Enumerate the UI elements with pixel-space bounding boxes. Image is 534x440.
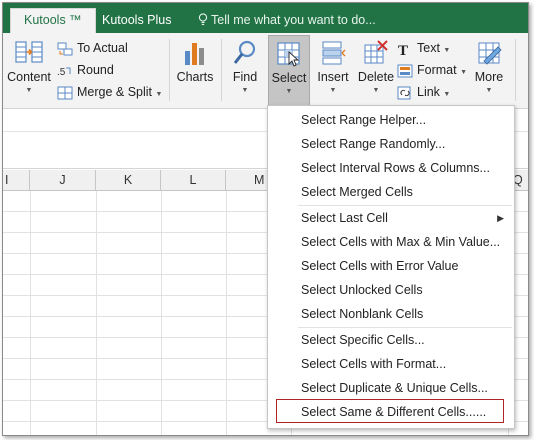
- column-header-k[interactable]: K: [96, 170, 161, 190]
- delete-icon: [364, 40, 388, 64]
- tab-kutools[interactable]: Kutools ™: [10, 8, 96, 35]
- select-label: Select: [271, 71, 307, 85]
- menu-item-select-range-helper[interactable]: Select Range Helper...: [268, 108, 514, 132]
- menu-item-select-unlocked-cells[interactable]: Select Unlocked Cells: [268, 278, 514, 302]
- link-icon: [397, 86, 411, 100]
- lightbulb-icon: [198, 13, 208, 26]
- insert-label: Insert: [317, 70, 349, 84]
- link-button[interactable]: Link ▼: [397, 82, 450, 102]
- content-label: Content: [7, 70, 51, 84]
- menu-item-select-interval-rows-columns[interactable]: Select Interval Rows & Columns...: [268, 156, 514, 180]
- chevron-down-icon: ▼: [25, 87, 33, 94]
- to-actual-label: To Actual: [77, 41, 128, 55]
- menu-item-select-merged-cells[interactable]: Select Merged Cells: [268, 180, 514, 204]
- ribbon-separator: [169, 39, 170, 101]
- delete-button[interactable]: Delete ▼: [355, 35, 397, 105]
- round-icon: .5: [57, 67, 71, 78]
- round-button[interactable]: .5 Round: [57, 60, 114, 80]
- more-button[interactable]: More ▼: [469, 35, 509, 105]
- menu-item-select-cells-with-format[interactable]: Select Cells with Format...: [268, 352, 514, 376]
- column-header-j[interactable]: J: [30, 170, 96, 190]
- chevron-down-icon: ▼: [372, 87, 380, 94]
- magnifier-icon: [233, 40, 256, 64]
- ribbon-separator: [221, 39, 222, 101]
- format-label: Format: [417, 63, 457, 77]
- svg-text:T: T: [398, 43, 408, 56]
- select-button[interactable]: Select ▼: [268, 35, 310, 107]
- column-header-i[interactable]: I: [3, 170, 30, 190]
- chevron-down-icon: ▼: [329, 87, 337, 94]
- text-icon: T: [398, 43, 408, 59]
- more-icon: [478, 42, 502, 65]
- chevron-down-icon: ▼: [443, 91, 451, 98]
- to-actual-button[interactable]: To Actual: [57, 38, 128, 58]
- text-label: Text: [417, 41, 440, 55]
- content-button[interactable]: Content ▼: [7, 35, 51, 105]
- menu-item-select-specific-cells[interactable]: Select Specific Cells...: [268, 328, 514, 352]
- merge-split-icon: [57, 86, 73, 100]
- svg-text:.5: .5: [57, 67, 66, 78]
- menu-item-select-duplicate-unique[interactable]: Select Duplicate & Unique Cells...: [268, 376, 514, 400]
- delete-label: Delete: [357, 70, 395, 84]
- menu-item-select-cells-max-min[interactable]: Select Cells with Max & Min Value...: [268, 230, 514, 254]
- format-button[interactable]: Format ▼: [397, 60, 467, 80]
- menu-item-select-range-randomly[interactable]: Select Range Randomly...: [268, 132, 514, 156]
- chevron-right-icon: ▶: [497, 213, 504, 223]
- tell-me-text: Tell me what you want to do...: [211, 13, 376, 27]
- insert-icon: [322, 41, 346, 65]
- chevron-down-icon: ▼: [285, 88, 293, 95]
- bar-chart-icon: [185, 43, 204, 65]
- format-icon: [397, 64, 413, 78]
- more-label: More: [474, 70, 504, 84]
- tell-me-box[interactable]: Tell me what you want to do...: [198, 9, 376, 31]
- chevron-down-icon: ▼: [241, 87, 249, 94]
- chevron-down-icon: ▼: [443, 47, 451, 54]
- excel-window: Kutools ™ Kutools Plus Tell me what you …: [2, 2, 529, 436]
- insert-button[interactable]: Insert ▼: [312, 35, 354, 105]
- merge-split-label: Merge & Split: [77, 85, 153, 99]
- column-header-l[interactable]: L: [161, 170, 226, 190]
- find-label: Find: [232, 70, 258, 84]
- select-dropdown-menu: Select Range Helper... Select Range Rand…: [267, 105, 515, 429]
- charts-button[interactable]: Charts: [175, 35, 215, 105]
- chevron-down-icon: ▼: [155, 91, 163, 98]
- chevron-down-icon: ▼: [460, 69, 468, 76]
- ribbon: Content ▼ To Actual .5 Round Merge & Spli…: [3, 33, 528, 109]
- to-actual-icon: [57, 42, 73, 56]
- content-icon: [15, 41, 43, 63]
- charts-label: Charts: [176, 70, 214, 84]
- ribbon-tab-bar: Kutools ™ Kutools Plus Tell me what you …: [3, 3, 528, 35]
- tab-kutools-plus[interactable]: Kutools Plus: [89, 9, 184, 33]
- chevron-down-icon: ▼: [485, 87, 493, 94]
- round-label: Round: [77, 63, 114, 77]
- link-label: Link: [417, 85, 440, 99]
- menu-item-select-nonblank-cells[interactable]: Select Nonblank Cells: [268, 302, 514, 326]
- menu-item-select-last-cell[interactable]: Select Last Cell ▶: [268, 206, 514, 230]
- select-icon: [277, 42, 300, 67]
- merge-split-button[interactable]: Merge & Split ▼: [57, 82, 162, 102]
- ribbon-separator: [515, 39, 516, 101]
- find-button[interactable]: Find ▼: [227, 35, 263, 105]
- text-button[interactable]: T Text ▼: [397, 38, 451, 59]
- menu-item-select-cells-error-value[interactable]: Select Cells with Error Value: [268, 254, 514, 278]
- menu-item-select-same-different[interactable]: Select Same & Different Cells......: [268, 400, 514, 424]
